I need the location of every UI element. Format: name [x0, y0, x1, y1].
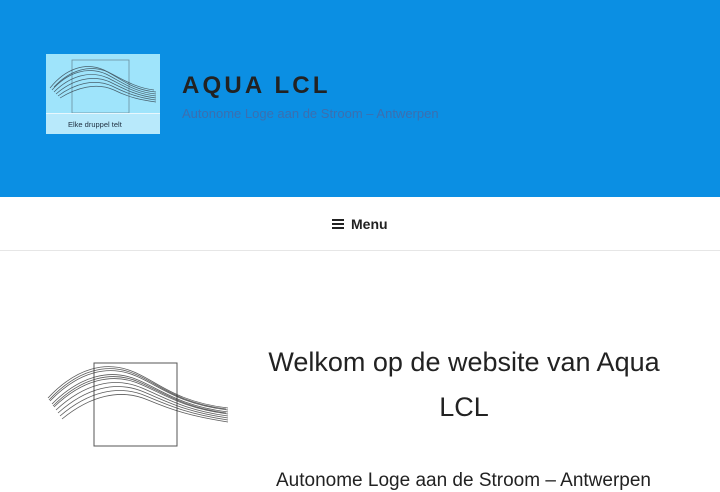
site-title[interactable]: AQUA LCL [182, 72, 331, 100]
menu-label: Menu [351, 216, 388, 232]
site-header: Elke druppel telt AQUA LCL Autonome Loge… [0, 0, 720, 197]
logo-caption: Elke druppel telt [46, 113, 160, 134]
hamburger-icon [332, 219, 344, 229]
menu-toggle-button[interactable]: Menu [332, 214, 388, 234]
welcome-heading: Welkom op de website van Aqua LCL [268, 347, 660, 422]
site-logo[interactable]: Elke druppel telt [46, 54, 160, 134]
wave-logo-icon [47, 362, 229, 447]
site-tagline: Autonome Loge aan de Stroom – Antwerpen [182, 106, 439, 121]
navigation-bar: Menu [0, 197, 720, 251]
welcome-subtext: Autonome Loge aan de Stroom – Antwerpen [276, 470, 651, 491]
content-logo-image [46, 358, 230, 455]
